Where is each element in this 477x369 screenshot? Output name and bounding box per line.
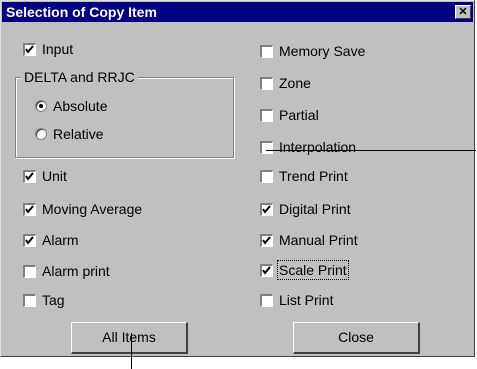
checkbox-scale-print[interactable]: Scale Print (260, 260, 349, 280)
checkbox-box[interactable] (260, 233, 273, 247)
all-items-button[interactable]: All Items (71, 322, 188, 354)
checkbox-box[interactable] (23, 169, 36, 183)
checkbox-list-print[interactable]: List Print (260, 291, 333, 309)
checkbox-moving-average[interactable]: Moving Average (23, 200, 142, 218)
checkbox-label: List Print (279, 292, 334, 308)
checkbox-box[interactable] (260, 169, 273, 183)
radio-button[interactable] (35, 100, 47, 112)
checkbox-label: Partial (279, 107, 319, 123)
checkbox-alarm[interactable]: Alarm (23, 231, 79, 249)
checkbox-box[interactable] (260, 44, 273, 58)
checkbox-label: Input (42, 41, 74, 57)
callout-line-interpolation (266, 150, 476, 151)
checkbox-tag[interactable]: Tag (23, 291, 65, 309)
checkbox-label: Tag (42, 292, 65, 308)
checkbox-label: Moving Average (42, 201, 143, 217)
checkbox-box[interactable] (260, 108, 273, 122)
checkbox-box[interactable] (23, 42, 36, 56)
checkbox-zone[interactable]: Zone (260, 74, 311, 92)
button-label: All Items (102, 329, 156, 345)
checkbox-box[interactable] (260, 76, 273, 90)
checkbox-box[interactable] (260, 140, 273, 154)
checkbox-label: Alarm print (42, 263, 110, 279)
close-button[interactable]: Close (293, 322, 420, 354)
checkbox-label: Trend Print (279, 168, 348, 184)
copy-item-dialog: Selection of Copy Item ✕ Input DELTA and… (0, 0, 476, 357)
checkbox-label: Manual Print (279, 232, 358, 248)
checkbox-box[interactable] (260, 263, 273, 277)
close-icon: ✕ (458, 6, 468, 18)
delta-rrjc-group (15, 77, 234, 158)
radio-relative[interactable]: Relative (35, 125, 104, 143)
checkbox-trend-print[interactable]: Trend Print (260, 167, 348, 185)
checkbox-interpolation[interactable]: Interpolation (260, 138, 356, 156)
dialog-title: Selection of Copy Item (6, 4, 157, 20)
checkbox-label: Scale Print (277, 260, 349, 280)
checkbox-label: Memory Save (279, 43, 366, 59)
checkbox-unit[interactable]: Unit (23, 167, 67, 185)
group-title: DELTA and RRJC (21, 69, 138, 85)
button-label: Close (338, 329, 374, 345)
checkbox-label: Zone (279, 75, 311, 91)
checkbox-label: Interpolation (279, 139, 357, 155)
checkbox-box[interactable] (23, 233, 36, 247)
radio-absolute[interactable]: Absolute (35, 97, 107, 115)
checkbox-box[interactable] (23, 264, 36, 278)
close-window-button[interactable]: ✕ (455, 5, 471, 19)
radio-label: Relative (53, 126, 104, 142)
checkbox-input[interactable]: Input (23, 40, 73, 58)
radio-label: Absolute (53, 98, 108, 114)
radio-button[interactable] (35, 128, 47, 140)
checkbox-label: Digital Print (279, 201, 351, 217)
checkbox-box[interactable] (260, 202, 273, 216)
checkbox-partial[interactable]: Partial (260, 106, 319, 124)
checkbox-alarm-print[interactable]: Alarm print (23, 262, 110, 280)
checkbox-box[interactable] (23, 293, 36, 307)
callout-line-all-items (131, 333, 132, 369)
checkbox-label: Unit (42, 168, 67, 184)
checkbox-label: Alarm (42, 232, 79, 248)
title-bar: Selection of Copy Item ✕ (2, 2, 473, 22)
checkbox-manual-print[interactable]: Manual Print (260, 231, 358, 249)
checkbox-box[interactable] (23, 202, 36, 216)
checkbox-box[interactable] (260, 293, 273, 307)
checkbox-digital-print[interactable]: Digital Print (260, 200, 351, 218)
checkbox-memory-save[interactable]: Memory Save (260, 42, 365, 60)
